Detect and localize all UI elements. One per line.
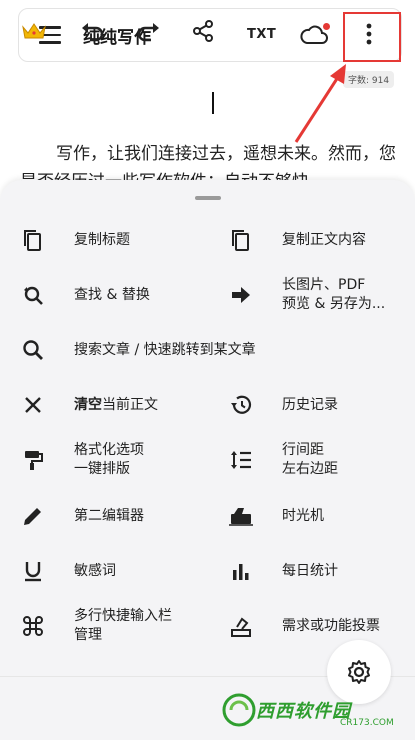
command-key-icon	[20, 613, 46, 639]
menu-line-spacing[interactable]: 行间距 左右边距	[228, 441, 338, 479]
edit-pencil-icon	[20, 503, 46, 529]
find-replace-icon	[20, 282, 46, 308]
menu-clear-body[interactable]: 清空当前正文	[20, 392, 158, 418]
watermark-domain: CR173.COM	[340, 718, 394, 728]
menu-label: 需求或功能投票	[282, 617, 380, 634]
redo-icon	[137, 23, 159, 42]
menu-sensitive-words[interactable]: 敏感词	[20, 558, 116, 584]
line-spacing-icon	[228, 447, 254, 473]
copy-icon	[228, 227, 254, 253]
menu-label: 清空当前正文	[74, 396, 158, 415]
menu-label: 每日统计	[282, 562, 338, 579]
menu-label: 第二编辑器	[74, 507, 144, 524]
menu-label: 查找 & 替换	[74, 286, 150, 303]
menu-label-multiline: 多行快捷输入栏 管理	[74, 607, 172, 645]
copy-icon	[20, 227, 46, 253]
menu-label-line2: 预览 & 另存为...	[282, 296, 386, 312]
menu-label: 历史记录	[282, 396, 338, 413]
format-paint-icon	[20, 447, 46, 473]
txt-export-button[interactable]: TXT	[247, 27, 276, 42]
menu-multiline-input-bar[interactable]: 多行快捷输入栏 管理	[20, 607, 172, 645]
menu-label-line1: 多行快捷输入栏	[74, 608, 172, 624]
cloud-sync-button[interactable]	[299, 21, 331, 49]
menu-label-line1: 行间距	[282, 442, 324, 458]
undo-button[interactable]	[79, 17, 107, 45]
vote-icon	[228, 613, 254, 639]
menu-label-multiline: 行间距 左右边距	[282, 441, 338, 479]
menu-label: 时光机	[282, 507, 324, 524]
menu-history[interactable]: 历史记录	[228, 392, 338, 418]
watermark-text: 西西软件园	[256, 701, 351, 722]
menu-label-rest: 当前正文	[102, 396, 158, 413]
menu-format-options[interactable]: 格式化选项 一键排版	[20, 441, 144, 479]
annotation-highlight-box	[343, 12, 401, 62]
menu-label: 复制标题	[74, 231, 130, 248]
menu-label-line2: 管理	[74, 627, 102, 643]
arrow-right-icon	[228, 282, 254, 308]
menu-label-line1: 长图片、PDF	[282, 277, 366, 293]
menu-daily-stats[interactable]: 每日统计	[228, 558, 338, 584]
share-button[interactable]	[189, 17, 217, 45]
menu-label-multiline: 格式化选项 一键排版	[74, 441, 144, 479]
bar-chart-icon	[228, 558, 254, 584]
time-machine-icon	[228, 503, 254, 529]
menu-copy-title[interactable]: 复制标题	[20, 227, 130, 253]
menu-feature-vote[interactable]: 需求或功能投票	[228, 613, 380, 639]
history-icon	[228, 392, 254, 418]
annotation-arrow-icon	[294, 64, 346, 143]
menu-time-machine[interactable]: 时光机	[228, 503, 324, 529]
menu-label: 搜索文章 / 快速跳转到某文章	[74, 341, 256, 358]
redo-button[interactable]	[134, 17, 162, 45]
share-icon	[193, 20, 213, 42]
notification-dot	[323, 23, 330, 30]
site-watermark: 西西软件园 CR173.COM	[222, 688, 402, 732]
text-cursor	[212, 92, 214, 114]
menu-find-replace[interactable]: 查找 & 替换	[20, 282, 150, 308]
menu-label-line1: 格式化选项	[74, 442, 144, 458]
menu-label-line2: 一键排版	[74, 461, 130, 477]
menu-search-articles[interactable]: 搜索文章 / 快速跳转到某文章	[20, 337, 256, 363]
menu-long-image-pdf[interactable]: 长图片、PDF 预览 & 另存为...	[228, 276, 385, 314]
menu-label: 敏感词	[74, 562, 116, 579]
premium-crown-button[interactable]	[20, 17, 48, 45]
menu-copy-body[interactable]: 复制正文内容	[228, 227, 366, 253]
menu-label-multiline: 长图片、PDF 预览 & 另存为...	[282, 276, 385, 314]
underline-icon	[20, 558, 46, 584]
menu-label-line2: 左右边距	[282, 461, 338, 477]
search-icon	[20, 337, 46, 363]
menu-second-editor[interactable]: 第二编辑器	[20, 503, 144, 529]
menu-label-bold: 清空	[74, 396, 102, 413]
sheet-drag-handle[interactable]	[195, 196, 221, 200]
menu-label: 复制正文内容	[282, 231, 366, 248]
watermark-logo-icon	[222, 693, 256, 727]
gear-icon	[348, 660, 370, 684]
undo-icon	[82, 23, 104, 42]
close-icon	[20, 392, 46, 418]
crown-icon	[22, 23, 46, 39]
